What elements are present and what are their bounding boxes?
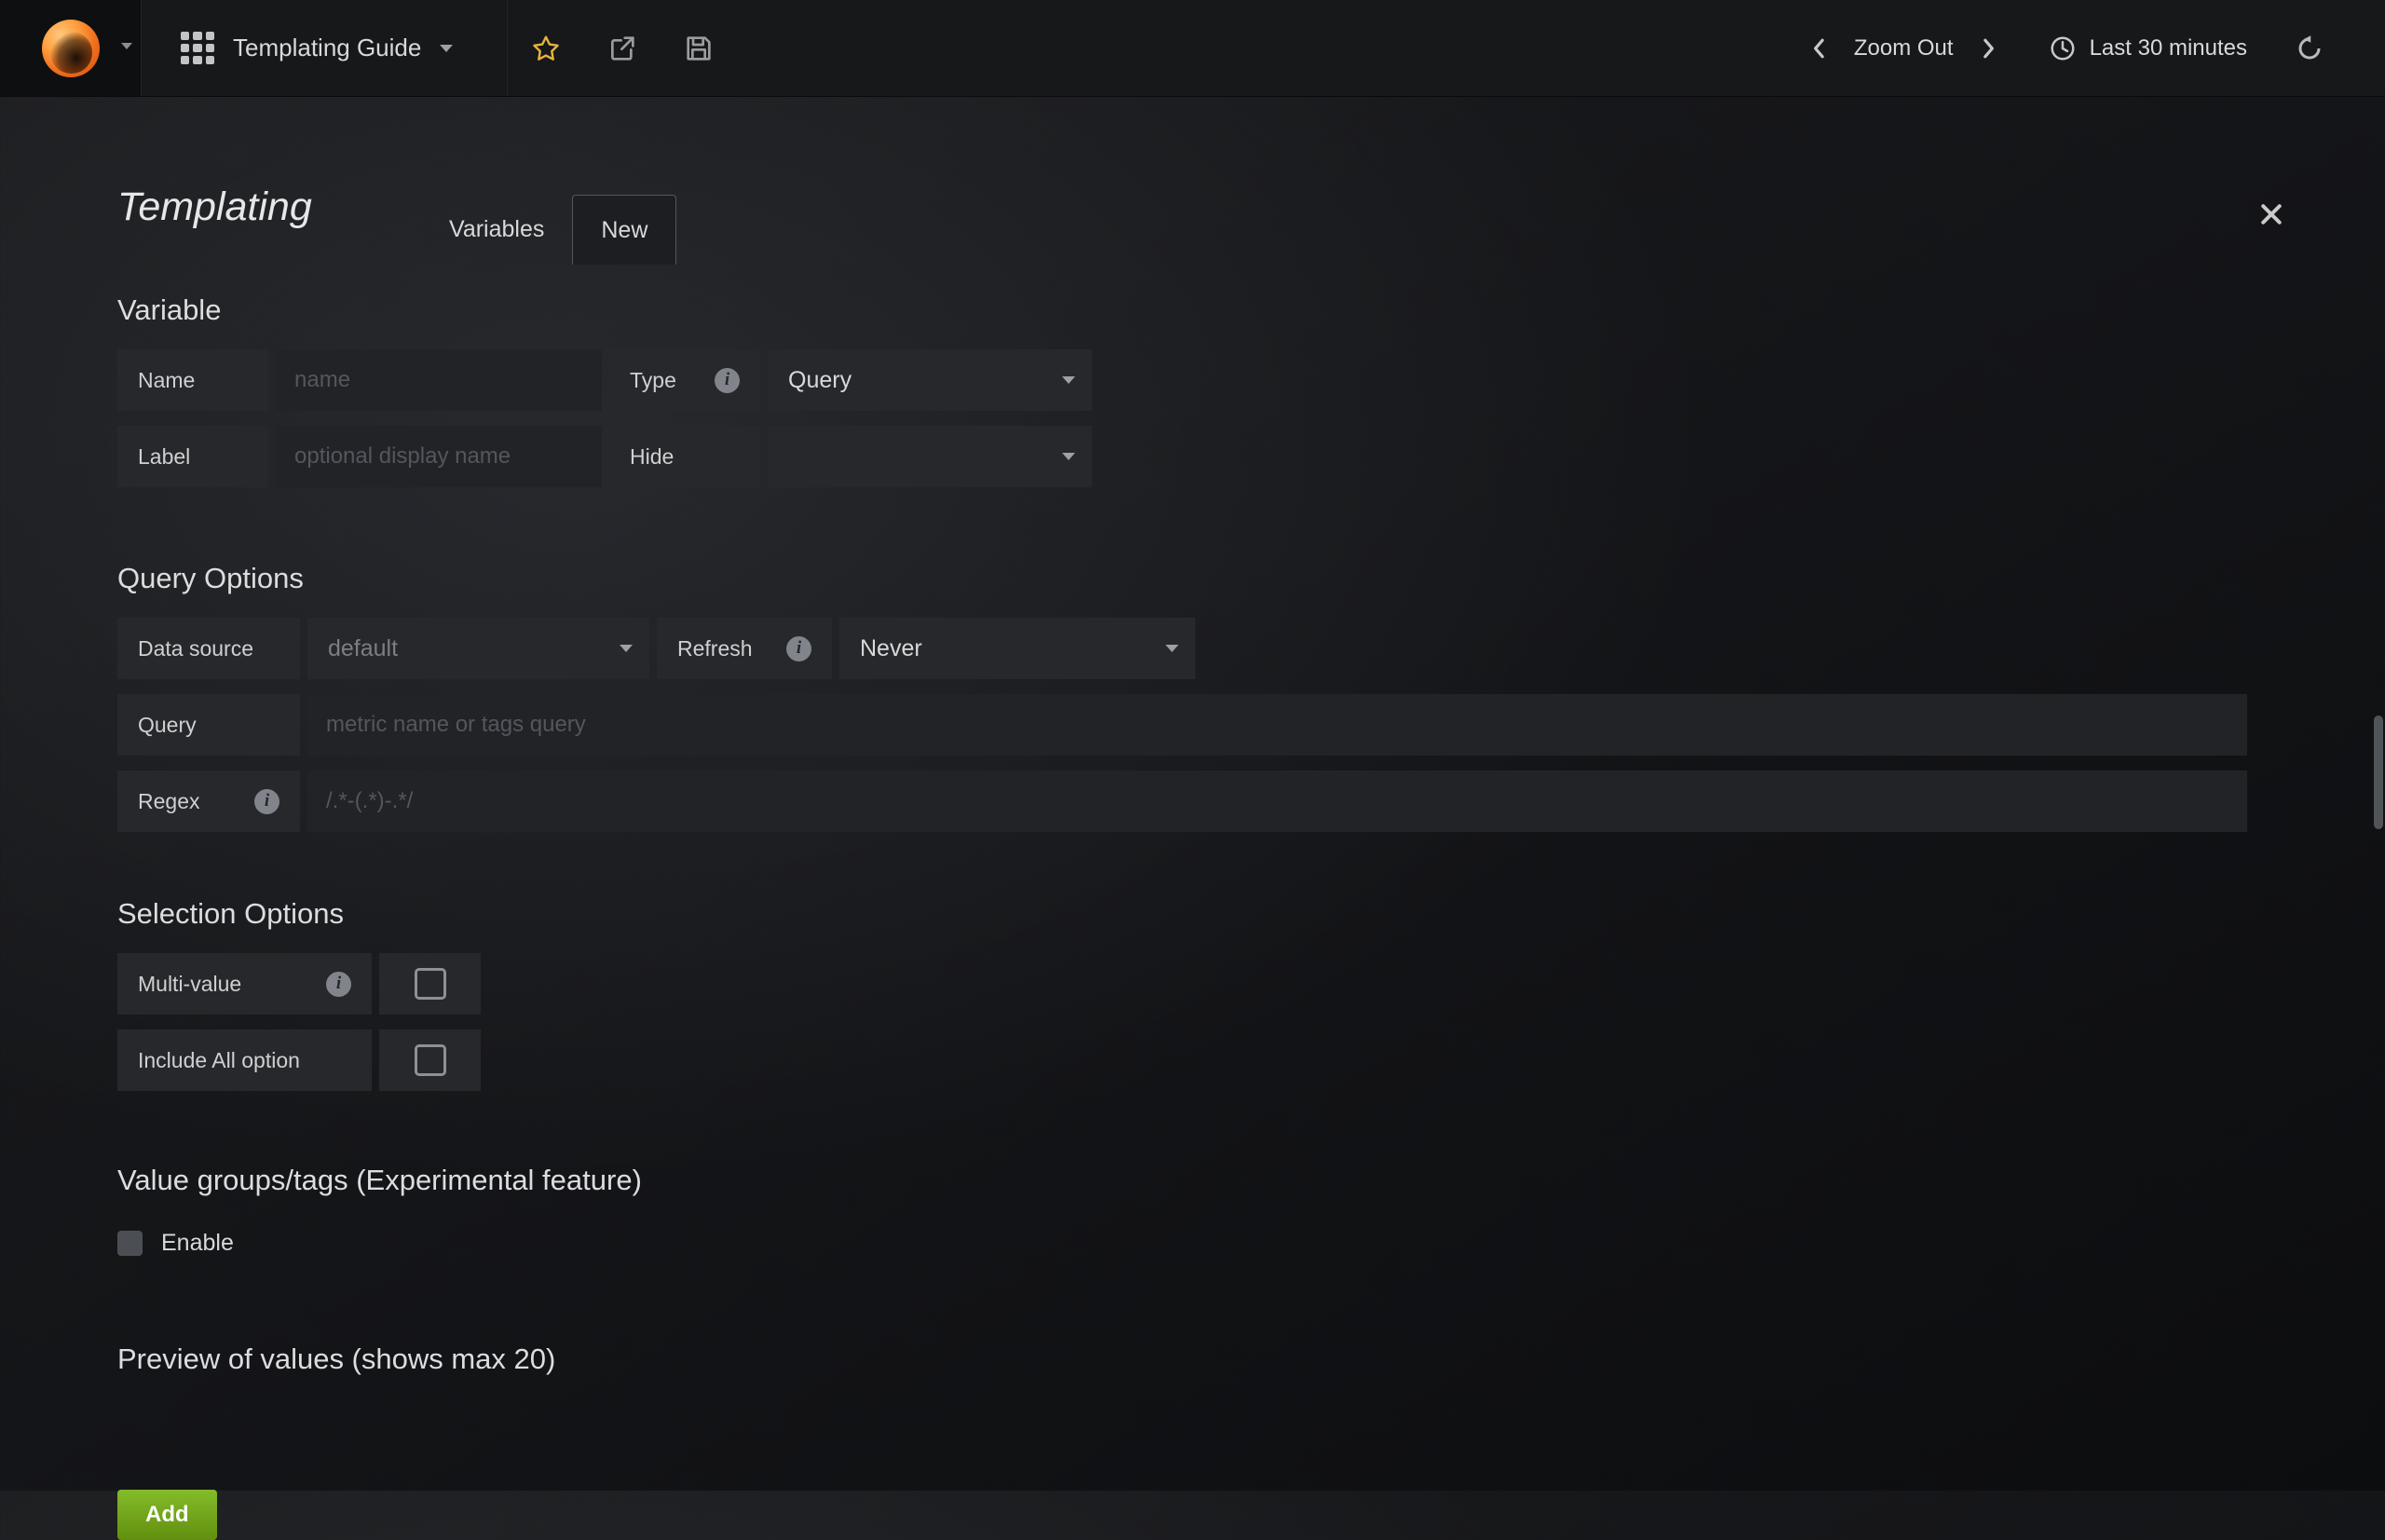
page-title: Templating xyxy=(117,183,312,231)
data-source-label: Data source xyxy=(117,618,300,679)
chevron-down-icon xyxy=(1165,645,1179,652)
include-all-row: Include All option xyxy=(117,1029,2247,1091)
type-select-value: Query xyxy=(788,367,852,394)
x-icon xyxy=(2257,200,2285,228)
regex-input[interactable] xyxy=(307,770,2247,832)
dashboard-title: Templating Guide xyxy=(233,34,421,62)
include-all-checkbox[interactable] xyxy=(379,1029,481,1091)
floppy-icon xyxy=(684,34,714,63)
gear-icon xyxy=(760,34,790,63)
data-source-select[interactable]: default xyxy=(307,618,649,679)
org-menu-button[interactable] xyxy=(0,0,142,96)
variable-label-row: Label Hide xyxy=(117,426,2247,487)
multi-value-label: Multi-value xyxy=(117,953,372,1015)
chevron-down-icon xyxy=(1062,453,1075,460)
time-forward-button[interactable] xyxy=(1965,34,2011,62)
save-button[interactable] xyxy=(661,0,737,96)
dashboard-picker-button[interactable]: Templating Guide xyxy=(142,0,508,96)
templating-editor: Variable Name Type Query Label Hide Quer… xyxy=(117,267,2247,1540)
multi-value-label-text: Multi-value xyxy=(138,972,241,997)
time-range-label: Last 30 minutes xyxy=(2090,35,2247,61)
refresh-button[interactable] xyxy=(2286,34,2333,62)
query-row: Query xyxy=(117,694,2247,756)
chevron-down-icon xyxy=(121,43,132,49)
info-circle-icon[interactable] xyxy=(326,972,351,997)
enable-checkbox[interactable] xyxy=(117,1231,143,1256)
hide-label: Hide xyxy=(609,426,760,487)
variable-name-row: Name Type Query xyxy=(117,349,2247,411)
info-circle-icon[interactable] xyxy=(254,789,279,814)
share-button[interactable] xyxy=(584,0,661,96)
label-input[interactable] xyxy=(276,426,602,487)
navbar-actions xyxy=(508,0,813,96)
navbar: Templating Guide xyxy=(0,0,2385,97)
preview-heading: Preview of values (shows max 20) xyxy=(117,1342,2247,1376)
multi-value-row: Multi-value xyxy=(117,953,2247,1015)
chevron-down-icon xyxy=(620,645,633,652)
favorite-button[interactable] xyxy=(508,0,584,96)
multi-value-checkbox[interactable] xyxy=(379,953,481,1015)
refresh-label: Refresh xyxy=(657,618,832,679)
share-icon xyxy=(607,34,637,63)
data-source-select-value: default xyxy=(328,635,398,662)
tab-new[interactable]: New xyxy=(572,195,676,265)
datasource-refresh-row: Data source default Refresh Never xyxy=(117,618,2247,679)
info-circle-icon[interactable] xyxy=(786,636,811,661)
enable-row: Enable xyxy=(117,1225,2247,1261)
grafana-logo-icon xyxy=(42,20,100,77)
chevron-right-icon xyxy=(1974,34,2002,62)
zoom-out-button[interactable]: Zoom Out xyxy=(1843,35,1965,61)
star-icon xyxy=(531,34,561,63)
refresh-icon xyxy=(2296,34,2324,62)
close-button[interactable] xyxy=(2255,198,2288,231)
name-label: Name xyxy=(117,349,268,411)
tabs: Variables New xyxy=(421,195,676,265)
add-button[interactable]: Add xyxy=(117,1490,217,1540)
chevron-down-icon xyxy=(440,45,453,52)
hide-select[interactable] xyxy=(768,426,1092,487)
tab-variables[interactable]: Variables xyxy=(421,195,572,265)
refresh-select-value: Never xyxy=(860,635,922,662)
scrollbar-thumb[interactable] xyxy=(2374,715,2383,829)
refresh-label-text: Refresh xyxy=(677,636,753,661)
time-back-button[interactable] xyxy=(1796,34,1843,62)
regex-row: Regex xyxy=(117,770,2247,832)
dashboard-grid-icon xyxy=(181,32,214,65)
value-groups-heading: Value groups/tags (Experimental feature) xyxy=(117,1164,2247,1197)
type-label: Type xyxy=(609,349,760,411)
enable-label: Enable xyxy=(161,1230,234,1257)
time-controls: Zoom Out Last 30 minutes xyxy=(1796,0,2385,96)
selection-options-heading: Selection Options xyxy=(117,897,2247,931)
label-label: Label xyxy=(117,426,268,487)
checkbox-unchecked-icon xyxy=(415,968,446,1000)
query-label: Query xyxy=(117,694,300,756)
time-range-button[interactable]: Last 30 minutes xyxy=(2049,34,2247,62)
checkbox-unchecked-icon xyxy=(415,1044,446,1076)
type-label-text: Type xyxy=(630,368,676,393)
chevron-down-icon xyxy=(1062,376,1075,384)
info-circle-icon[interactable] xyxy=(715,368,740,393)
type-select[interactable]: Query xyxy=(768,349,1092,411)
regex-label: Regex xyxy=(117,770,300,832)
clock-icon xyxy=(2049,34,2077,62)
chevron-left-icon xyxy=(1806,34,1833,62)
query-options-heading: Query Options xyxy=(117,562,2247,595)
regex-label-text: Regex xyxy=(138,789,199,814)
settings-button[interactable] xyxy=(737,0,813,96)
include-all-label: Include All option xyxy=(117,1029,372,1091)
refresh-select[interactable]: Never xyxy=(839,618,1195,679)
variable-heading: Variable xyxy=(117,293,2247,327)
name-input[interactable] xyxy=(276,349,602,411)
query-input[interactable] xyxy=(307,694,2247,756)
